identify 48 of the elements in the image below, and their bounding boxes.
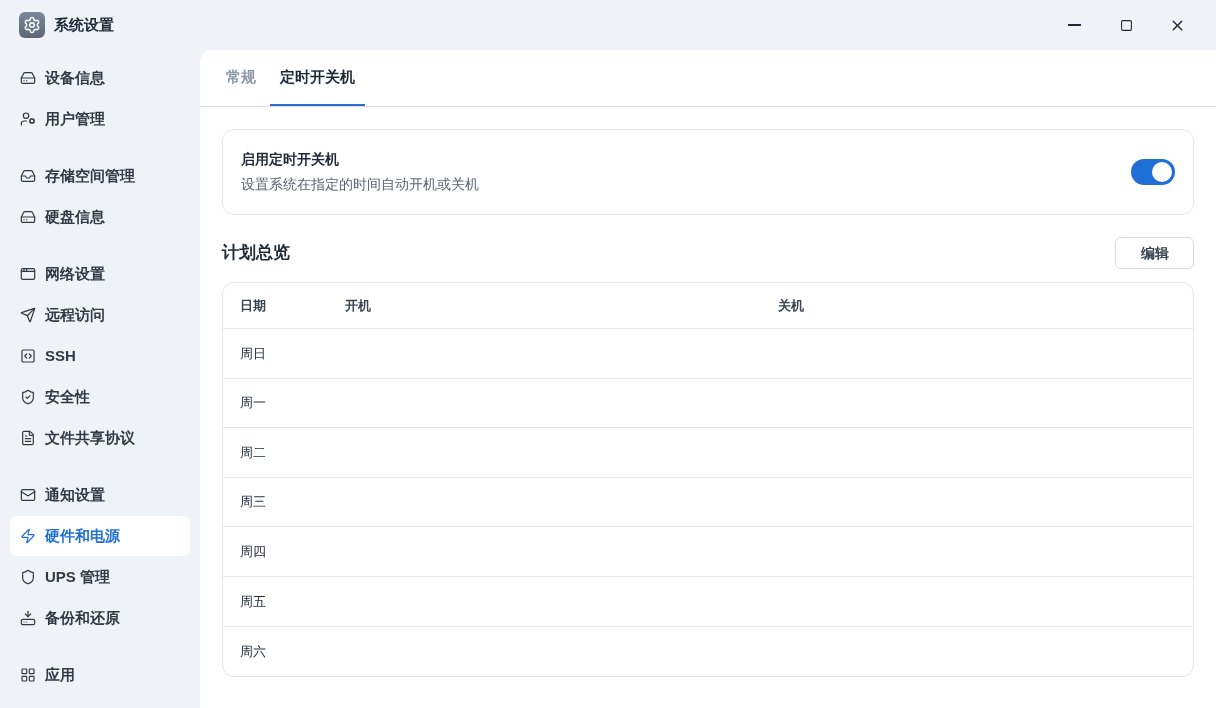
table-cell-text: 周五 xyxy=(240,592,267,611)
minimize-icon xyxy=(1067,24,1081,26)
table-cell-text: 周日 xyxy=(240,344,267,363)
sidebar-item[interactable]: 硬盘信息 xyxy=(10,197,190,237)
section-title: 计划总览 xyxy=(222,242,290,265)
sidebar-item[interactable]: 硬件和电源 xyxy=(10,516,190,556)
shield-icon xyxy=(20,569,36,585)
sidebar-item[interactable]: SSH xyxy=(10,336,190,376)
setting-description: 设置系统在指定的时间自动开机或关机 xyxy=(241,175,480,194)
document-icon xyxy=(20,430,36,446)
user-icon xyxy=(20,111,36,127)
edit-button[interactable]: 编辑 xyxy=(1115,237,1194,269)
window-icon xyxy=(20,266,36,282)
hard-drive-icon xyxy=(20,209,36,225)
sidebar-item[interactable]: 远程访问 xyxy=(10,295,190,335)
column-header: 关机 xyxy=(778,296,804,315)
table-cell-text: 周三 xyxy=(240,493,267,512)
lightning-icon xyxy=(20,528,36,544)
table-cell-text: 周二 xyxy=(240,443,267,462)
settings-app-icon xyxy=(19,12,45,38)
inbox-icon xyxy=(20,168,36,184)
window-title: 系统设置 xyxy=(54,14,114,35)
sidebar-item[interactable]: 文件共享协议 xyxy=(10,418,190,458)
mail-icon xyxy=(20,487,36,503)
table-cell-text: 周六 xyxy=(240,642,267,661)
hard-drive-icon xyxy=(20,70,36,86)
setting-title: 启用定时开关机 xyxy=(241,150,340,169)
column-header: 开机 xyxy=(345,296,372,315)
sidebar-item[interactable]: 用户管理 xyxy=(10,99,190,139)
table-cell-text: 周一 xyxy=(240,394,267,413)
toggle-switch[interactable] xyxy=(1131,159,1175,185)
shield-check-icon xyxy=(20,389,36,405)
download-icon xyxy=(20,610,36,626)
sidebar-item[interactable]: 设备信息 xyxy=(10,58,190,98)
tab[interactable]: 定时开关机 xyxy=(270,50,365,106)
maximize-icon xyxy=(1119,18,1133,32)
sidebar-item[interactable]: UPS 管理 xyxy=(10,557,190,597)
sidebar-item[interactable]: 安全性 xyxy=(10,377,190,417)
code-icon xyxy=(20,348,36,364)
sidebar-item[interactable]: 备份和还原 xyxy=(10,598,190,638)
send-icon xyxy=(20,307,36,323)
sidebar-item[interactable]: 应用 xyxy=(10,655,190,695)
column-header: 日期 xyxy=(240,296,267,315)
table-cell-text: 周四 xyxy=(240,542,267,561)
sidebar-item[interactable]: 存储空间管理 xyxy=(10,156,190,196)
sidebar-item[interactable]: 通知设置 xyxy=(10,475,190,515)
grid-icon xyxy=(20,667,36,683)
sidebar-item[interactable]: 网络设置 xyxy=(10,254,190,294)
